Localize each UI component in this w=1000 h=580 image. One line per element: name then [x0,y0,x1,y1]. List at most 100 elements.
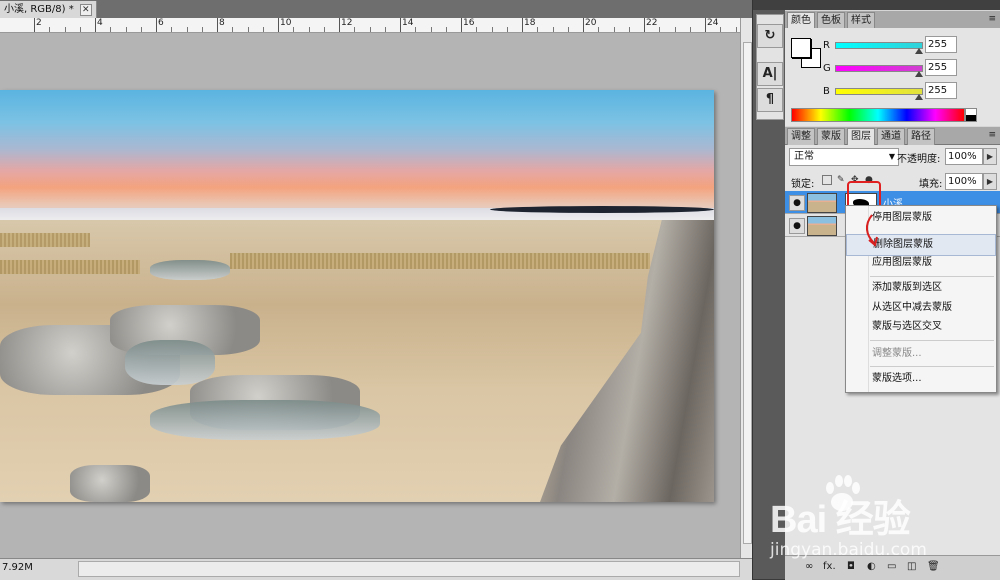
red-slider-knob[interactable] [915,48,923,54]
eye-icon[interactable]: ● [789,218,805,234]
blend-mode-select[interactable]: 正常 ▼ [789,148,899,166]
ruler-tick-label: 12 [341,18,353,28]
green-slider[interactable] [835,65,923,72]
blue-slider[interactable] [835,88,923,95]
watermark-url: jingyan.baidu.com [770,540,927,560]
ruler-tick-label: 14 [402,18,414,28]
blue-channel-label: B [823,86,830,97]
eye-icon[interactable]: ● [789,195,805,211]
ruler-minor-tick [430,27,432,32]
document-tab[interactable]: 小溪, RGB/8) * ✕ [0,1,97,18]
ruler-minor-tick [445,27,447,32]
ruler-minor-tick [506,27,508,32]
ruler-tick-label: 20 [585,18,597,28]
menu-item-apply-mask[interactable]: 应用图层蒙版 [846,253,996,273]
lock-transparent-icon[interactable] [822,175,832,185]
menu-separator [870,340,994,341]
ruler-minor-tick [415,27,417,32]
green-channel-label: G [823,63,831,74]
tab-masks[interactable]: 蒙版 [817,128,845,145]
distant-island [490,206,714,213]
green-slider-knob[interactable] [915,71,923,77]
panel-menu-icon[interactable]: ≡ [988,14,996,24]
ruler-tick-label: 18 [524,18,536,28]
layer-thumbnail[interactable] [807,216,837,236]
blend-mode-value: 正常 [794,151,814,162]
opacity-arrow-icon[interactable]: ▶ [983,148,997,165]
ruler-minor-tick [674,27,676,32]
blue-slider-knob[interactable] [915,94,923,100]
ruler-tick-label: 22 [646,18,658,28]
ruler-tick-label: 16 [463,18,475,28]
image-canvas[interactable] [0,90,714,502]
menu-item-intersect-mask[interactable]: 蒙版与选区交叉 [846,317,996,337]
baidu-watermark: Bai 经验 jingyan.baidu.com [770,470,1000,570]
ruler-tick [400,18,401,32]
stream [125,340,215,385]
ruler-tick-label: 10 [280,18,292,28]
tab-channels[interactable]: 通道 [877,128,905,145]
panels-header [785,0,1000,10]
fill-field[interactable]: 100% [945,173,983,190]
stream [150,260,230,280]
ruler-minor-tick [369,27,371,32]
fg-bg-swatches[interactable] [791,38,821,68]
tab-color[interactable]: 颜色 [787,12,815,29]
layers-tabs: 调整 蒙版 图层 通道 路径 ≡ [785,127,1000,145]
color-spectrum[interactable] [791,108,965,122]
ruler-tick [156,18,157,32]
ruler-minor-tick [628,27,630,32]
fill-arrow-icon[interactable]: ▶ [983,173,997,190]
ruler-minor-tick [476,27,478,32]
tab-paths[interactable]: 路径 [907,128,935,145]
foreground-swatch[interactable] [791,38,811,58]
strip-header [753,0,785,10]
ruler-tick [34,18,35,32]
character-icon[interactable]: A| [757,62,783,86]
ruler-tick [217,18,218,32]
horizontal-scrollbar[interactable] [78,561,740,577]
doc-size-readout: 7.92M [2,562,33,573]
opacity-field[interactable]: 100% [945,148,983,165]
menu-item-subtract-mask[interactable]: 从选区中减去蒙版 [846,298,996,318]
ruler-tick-label: 4 [97,18,103,28]
layer-thumbnail[interactable] [807,193,837,213]
blue-value-field[interactable]: 255 [925,82,957,99]
black-white-ramp[interactable] [965,108,977,122]
ruler-minor-tick [735,27,737,32]
document-tab-title: 小溪, RGB/8) * [4,4,74,15]
tab-swatches[interactable]: 色板 [817,12,845,29]
ruler-minor-tick [49,27,51,32]
tab-layers[interactable]: 图层 [847,128,875,145]
lock-brush-icon[interactable]: ✎ [837,175,847,185]
tab-styles[interactable]: 样式 [847,12,875,29]
ruler-minor-tick [689,27,691,32]
ruler-tick-label: 24 [707,18,719,28]
ruler-minor-tick [354,27,356,32]
status-bar: 7.92M [0,558,752,580]
menu-item-add-mask-to-selection[interactable]: 添加蒙版到选区 [846,278,996,298]
paragraph-icon[interactable]: ¶ [757,88,783,112]
green-value-field[interactable]: 255 [925,59,957,76]
ruler-minor-tick [308,27,310,32]
ruler-minor-tick [140,27,142,32]
history-icon[interactable]: ↻ [757,24,783,48]
red-arrow-annotation [866,214,878,247]
ruler-tick-label: 2 [36,18,42,28]
menu-separator [870,276,994,277]
red-slider[interactable] [835,42,923,49]
ruler-minor-tick [384,27,386,32]
tab-adjustments[interactable]: 调整 [787,128,815,145]
ruler-tick [705,18,706,32]
ruler-minor-tick [659,27,661,32]
vertical-scroll-thumb[interactable] [743,42,752,544]
document-window: 小溪, RGB/8) * ✕ 2 4 6 8 10 12 14 16 18 20 22 24 7.92… [0,0,753,580]
ruler-tick [95,18,96,32]
ruler-tick [339,18,340,32]
menu-item-mask-options[interactable]: 蒙版选项... [846,369,996,389]
red-value-field[interactable]: 255 [925,36,957,53]
close-tab-icon[interactable]: ✕ [79,3,92,16]
ruler-tick [583,18,584,32]
panel-menu-icon[interactable]: ≡ [988,130,996,140]
grass-strip [0,233,90,247]
